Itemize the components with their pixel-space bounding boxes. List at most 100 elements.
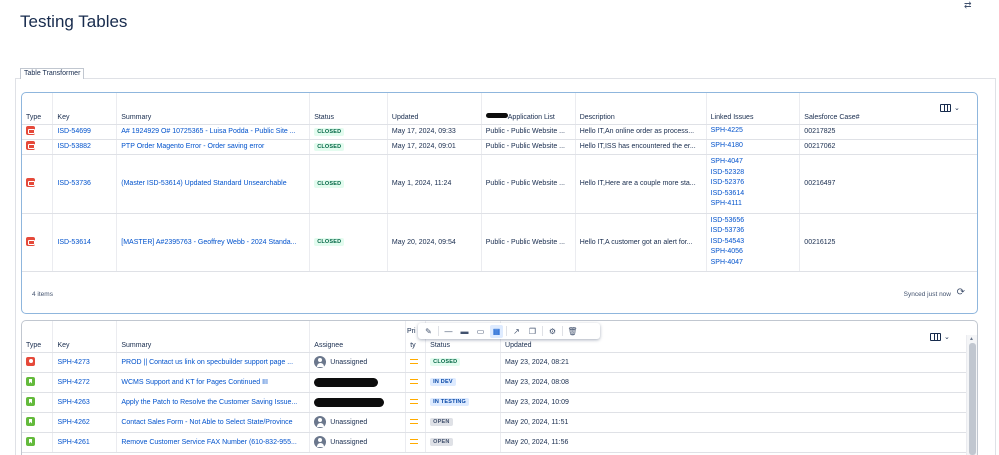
column-picker-button[interactable]: ⌄	[930, 332, 950, 343]
linked-issue-link[interactable]: ISD-53736	[711, 227, 744, 234]
scroll-up-icon[interactable]: ▲	[969, 336, 974, 342]
vertical-scrollbar[interactable]: ▲	[966, 335, 977, 455]
table-row: SPH-4262 Contact Sales Form - Not Able t…	[22, 412, 977, 433]
issue-summary-link[interactable]: WCMS Support and KT for Pages Continued …	[121, 379, 268, 386]
issue-key-link[interactable]: SPH-4262	[57, 419, 89, 426]
col-header-type[interactable]: Type	[22, 93, 53, 125]
linked-issue-link[interactable]: ISD-54543	[711, 238, 744, 245]
updated-cell: May 23, 2024, 08:08	[500, 372, 977, 393]
issue-summary-link[interactable]: A# 1924929 O# 10725365 - Luisa Podda - P…	[121, 128, 295, 135]
status-badge: CLOSED	[314, 142, 345, 151]
macro-tab: Table Transformer	[20, 68, 85, 79]
insert-row-icon[interactable]: ▬	[458, 325, 471, 338]
divider-line-icon[interactable]: —	[442, 325, 455, 338]
col-header-summary[interactable]: Summary	[116, 321, 310, 353]
priority-medium-icon	[410, 399, 419, 405]
col-header-application-list[interactable]: Application List	[480, 93, 576, 125]
case-cell: 00216497	[799, 154, 977, 214]
settings-icon[interactable]: ⚙	[546, 325, 559, 338]
issue-key-link[interactable]: SPH-4272	[57, 379, 89, 386]
columns-icon	[940, 104, 951, 113]
col-header-key[interactable]: Key	[52, 93, 117, 125]
issue-summary-link[interactable]: Apply the Patch to Resolve the Customer …	[121, 399, 297, 406]
avatar	[314, 416, 327, 428]
issue-summary-link[interactable]: Remove Customer Service FAX Number (610-…	[121, 439, 296, 446]
refresh-icon[interactable]: ⟳	[957, 287, 965, 298]
columns-icon	[930, 333, 941, 342]
linked-issue-link[interactable]: SPH-4111	[711, 200, 742, 207]
table-transformer-table: Type Key Summary Status Updated Applicat…	[21, 92, 978, 314]
issue-key-link[interactable]: ISD-53614	[57, 239, 90, 246]
case-cell: 00217825	[799, 124, 977, 140]
assignee-name: Unassigned	[330, 418, 368, 426]
status-badge: IN TESTING	[430, 398, 470, 406]
bug-icon	[26, 141, 35, 150]
bug-icon	[26, 236, 35, 246]
issue-summary-link[interactable]: PROD || Contact us link on specbuilder s…	[121, 359, 293, 366]
table-row: ISD-53614 [MASTER] A#2395763 - Geoffrey …	[22, 213, 977, 272]
redacted-assignee	[314, 397, 385, 407]
status-badge: CLOSED	[314, 179, 345, 188]
priority-medium-icon	[410, 439, 419, 445]
status-badge: CLOSED	[430, 358, 461, 366]
scrollbar-thumb[interactable]	[969, 343, 976, 455]
updated-cell: May 20, 2024, 09:54	[386, 213, 482, 272]
issue-summary-link[interactable]: Contact Sales Form - Not Able to Select …	[121, 419, 292, 426]
linked-issue-link[interactable]: SPH-4047	[711, 259, 743, 266]
jira-issues-table: Type Key Summary Assignee ty Status Upda…	[21, 320, 978, 455]
item-count: 4 items	[32, 291, 53, 298]
expand-icon[interactable]: ⇄	[964, 0, 971, 11]
toolbar-divider	[562, 326, 563, 336]
linked-issue-link[interactable]: SPH-4056	[711, 248, 743, 255]
linked-issue-link[interactable]: ISD-53656	[711, 217, 744, 224]
description-cell: Hello IT,A customer got an alert for...	[574, 213, 707, 272]
updated-cell: May 1, 2024, 11:24	[386, 154, 482, 214]
col-header-type[interactable]: Type	[22, 321, 53, 353]
status-badge: OPEN	[430, 438, 453, 446]
issue-summary-link[interactable]: [MASTER] A#2395763 - Geoffrey Webb - 202…	[121, 239, 296, 246]
col-header-description[interactable]: Description	[574, 93, 707, 125]
linked-issue-link[interactable]: ISD-53614	[711, 190, 744, 197]
redacted-assignee	[314, 377, 379, 387]
table-footer: 4 items Synced just now ⟳	[22, 281, 977, 311]
col-header-key[interactable]: Key	[52, 321, 117, 353]
issue-key-link[interactable]: SPH-4273	[57, 359, 89, 366]
issue-key-link[interactable]: ISD-54699	[57, 128, 90, 135]
bug-icon	[26, 356, 35, 366]
delete-icon[interactable]: 🗑	[566, 325, 579, 338]
column-picker-button[interactable]: ⌄	[940, 103, 960, 114]
issue-key-link[interactable]: SPH-4263	[57, 399, 89, 406]
linked-issue-link[interactable]: SPH-4047	[711, 158, 743, 165]
story-icon	[26, 396, 35, 406]
issue-key-link[interactable]: ISD-53882	[57, 143, 90, 150]
col-header-status[interactable]: Status	[309, 93, 388, 125]
updated-cell: May 17, 2024, 09:01	[386, 139, 482, 155]
insert-column-icon[interactable]: ▭	[474, 325, 487, 338]
col-header-summary[interactable]: Summary	[116, 93, 310, 125]
edit-icon[interactable]: ✎	[422, 325, 435, 338]
story-icon	[26, 416, 35, 426]
bug-icon	[26, 178, 35, 187]
page-title: Testing Tables	[20, 12, 128, 31]
issue-summary-link[interactable]: (Master ISD-53614) Updated Standard Unse…	[121, 180, 286, 187]
linked-issue-link[interactable]: SPH-4225	[711, 127, 743, 134]
col-header-assignee[interactable]: Assignee	[309, 321, 406, 353]
description-cell: Hello IT,Here are a couple more sta...	[574, 154, 707, 214]
updated-cell: May 23, 2024, 10:09	[500, 392, 977, 413]
table-layout-icon[interactable]: ▦	[490, 324, 503, 338]
story-icon	[26, 436, 35, 446]
updated-cell: May 20, 2024, 11:51	[500, 412, 977, 433]
copy-icon[interactable]: ❐	[526, 325, 539, 338]
col-header-updated[interactable]: Updated	[386, 93, 482, 125]
linked-issue-link[interactable]: ISD-52328	[711, 169, 744, 176]
col-header-linked-issues[interactable]: Linked Issues	[705, 93, 800, 125]
updated-cell: May 23, 2024, 08:21	[500, 352, 977, 373]
avatar	[314, 356, 327, 368]
issue-key-link[interactable]: ISD-53736	[57, 180, 90, 187]
bug-icon	[26, 126, 35, 135]
open-external-icon[interactable]: ↗	[510, 325, 523, 338]
issue-summary-link[interactable]: PTP Order Magento Error - Order saving e…	[121, 143, 264, 150]
issue-key-link[interactable]: SPH-4261	[57, 439, 89, 446]
linked-issue-link[interactable]: ISD-52376	[711, 179, 744, 186]
linked-issue-link[interactable]: SPH-4180	[711, 142, 743, 149]
